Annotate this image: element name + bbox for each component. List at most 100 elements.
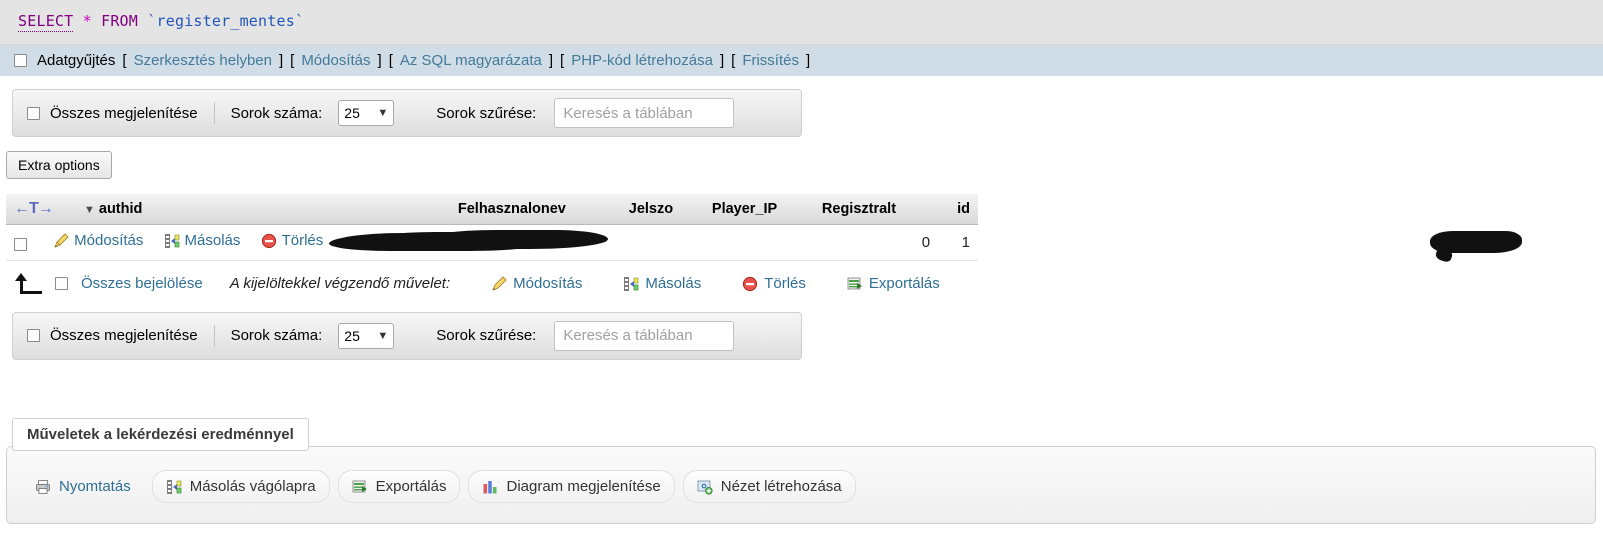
create-view-button[interactable]: Nézet létrehozása	[682, 470, 856, 503]
panel-divider-top	[213, 102, 215, 124]
bracket-open-1: [	[122, 52, 127, 69]
bracket-close-3: ]	[548, 52, 554, 69]
chevron-down-icon: ▼	[377, 329, 389, 342]
create-view-icon	[697, 480, 713, 495]
sql-keyword-select: SELECT	[18, 12, 74, 32]
sql-keyword-from: FROM	[101, 12, 139, 30]
chevron-down-icon: ▼	[377, 107, 389, 119]
filter-rows-label-bottom: Sorok szűrése:	[436, 327, 537, 344]
column-header-regisztralt[interactable]: Regisztralt	[813, 194, 939, 225]
row-copy-label: Másolás	[184, 232, 241, 249]
filter-rows-input-top[interactable]: Keresés a táblában	[554, 98, 735, 128]
column-header-felhasznalonev[interactable]: Felhasznalonev	[449, 194, 621, 225]
profiling-checkbox[interactable]	[14, 54, 27, 67]
bulk-edit-action[interactable]: Módosítás	[491, 275, 582, 292]
export-icon	[352, 480, 367, 492]
copy-to-clipboard-label: Másolás vágólapra	[189, 478, 316, 495]
cell-id: 1	[938, 224, 978, 261]
panel-divider-bottom	[213, 324, 215, 347]
sql-table-reference: `register_mentes`	[147, 12, 305, 30]
row-edit-label: Módosítás	[74, 232, 144, 249]
rows-number-label-bottom: Sorok száma:	[230, 327, 323, 344]
bulk-copy-label: Másolás	[645, 275, 702, 292]
link-refresh[interactable]: Frissítés	[742, 52, 799, 69]
printer-icon	[36, 479, 50, 494]
check-all-label[interactable]: Összes bejelölése	[81, 275, 203, 292]
row-select-checkbox[interactable]	[14, 238, 27, 252]
check-all-checkbox[interactable]	[55, 277, 68, 290]
export-button[interactable]: Exportálás	[337, 470, 461, 503]
column-label-authid: authid	[98, 201, 143, 217]
link-edit-inline[interactable]: Szerkesztés helyben	[134, 52, 272, 69]
bracket-open-2: [	[290, 52, 295, 69]
bulk-delete-action[interactable]: Törlés	[742, 275, 806, 292]
copy-to-clipboard-button[interactable]: Másolás vágólapra	[151, 470, 330, 503]
rows-number-label-top: Sorok száma:	[230, 104, 323, 122]
bulk-action-row: Összes bejelölése A kijelöltekkel végzen…	[12, 272, 1603, 295]
sql-query-bar: SELECT * FROM `register_mentes`	[0, 0, 1603, 45]
print-button[interactable]: Nyomtatás	[22, 471, 144, 502]
table-row: Módosítás Másolás Törlés 0 1	[6, 224, 1522, 261]
copy-icon	[164, 233, 179, 248]
filter-rows-label-top: Sorok szűrése:	[436, 104, 537, 122]
column-header-authid[interactable]: ▼ authid	[76, 194, 450, 225]
cell-regisztralt: 0	[813, 224, 939, 261]
bulk-export-action[interactable]: Exportálás	[847, 275, 940, 292]
column-header-id[interactable]: id	[938, 194, 978, 225]
sql-query-text: SELECT * FROM `register_mentes`	[18, 12, 304, 32]
row-delete-action[interactable]: Törlés	[261, 232, 324, 249]
results-table-wrapper: ←T→ ▼ authid Felhasznalonev Jelszo Player…	[6, 194, 1522, 261]
export-icon	[847, 277, 862, 289]
rows-control-panel-bottom: Összes megjelenítése Sorok száma: 25 ▼ S…	[12, 311, 802, 360]
show-all-checkbox-bottom[interactable]	[27, 329, 40, 342]
bar-chart-icon	[483, 480, 497, 493]
display-chart-button[interactable]: Diagram megjelenítése	[468, 470, 675, 503]
bulk-edit-label: Módosítás	[513, 275, 583, 292]
bracket-close-4: ]	[719, 52, 725, 69]
cell-player-ip	[703, 224, 1522, 261]
column-header-jelszo[interactable]: Jelszo	[620, 194, 704, 225]
print-label: Nyomtatás	[59, 478, 131, 495]
rows-control-panel-top: Összes megjelenítése Sorok száma: 25 ▼ S…	[12, 89, 802, 137]
row-delete-label: Törlés	[281, 232, 324, 249]
column-header-player-ip[interactable]: Player_IP	[703, 194, 814, 225]
show-all-checkbox-top[interactable]	[27, 106, 40, 120]
bracket-close-1: ]	[278, 52, 284, 69]
link-edit[interactable]: Módosítás	[301, 52, 370, 69]
row-actions-cell: Módosítás Másolás Törlés	[6, 224, 516, 261]
rows-number-select-top[interactable]: 25 ▼	[338, 100, 395, 126]
sql-star: *	[82, 12, 92, 30]
redacted-authid-value	[336, 233, 516, 248]
rows-number-value-bottom: 25	[344, 327, 360, 344]
extra-options-button[interactable]: Extra options	[6, 151, 112, 179]
row-edit-action[interactable]: Módosítás	[53, 232, 143, 249]
bulk-export-label: Exportálás	[868, 275, 940, 292]
bracket-close-2: ]	[377, 52, 382, 69]
sort-desc-icon: ▼	[84, 204, 95, 216]
link-explain-sql[interactable]: Az SQL magyarázata	[400, 52, 542, 69]
bracket-open-4: [	[560, 52, 565, 69]
redacted-player-ip-value	[1429, 231, 1522, 253]
export-label: Exportálás	[375, 478, 447, 495]
copy-icon	[624, 276, 639, 291]
pencil-icon	[492, 275, 507, 291]
copy-icon	[166, 479, 182, 494]
bulk-copy-action[interactable]: Másolás	[623, 275, 701, 292]
arrow-up-icon[interactable]	[12, 272, 42, 295]
bracket-open-5: [	[731, 52, 736, 69]
pencil-icon	[54, 232, 69, 248]
link-create-php-code[interactable]: PHP-kód létrehozása	[571, 52, 713, 69]
results-table-header-row: ←T→ ▼ authid Felhasznalonev Jelszo Player…	[6, 194, 978, 225]
create-view-label: Nézet létrehozása	[720, 478, 842, 495]
bracket-close-5: ]	[805, 52, 811, 69]
query-action-bar: Adatgyűjtés [ Szerkesztés helyben ] [ Mó…	[0, 45, 1603, 76]
delete-icon	[743, 276, 758, 291]
profiling-label: Adatgyűjtés	[37, 52, 116, 69]
rows-number-select-bottom[interactable]: 25 ▼	[338, 322, 395, 349]
filter-rows-input-bottom[interactable]: Keresés a táblában	[554, 320, 735, 351]
row-copy-action[interactable]: Másolás	[164, 232, 241, 249]
move-columns-icon[interactable]: ←T→	[14, 200, 54, 217]
display-chart-label: Diagram megjelenítése	[506, 478, 661, 495]
query-results-toolbar: Nyomtatás Másolás vágólapra Exportálás D…	[6, 470, 856, 503]
bulk-delete-label: Törlés	[764, 275, 806, 292]
